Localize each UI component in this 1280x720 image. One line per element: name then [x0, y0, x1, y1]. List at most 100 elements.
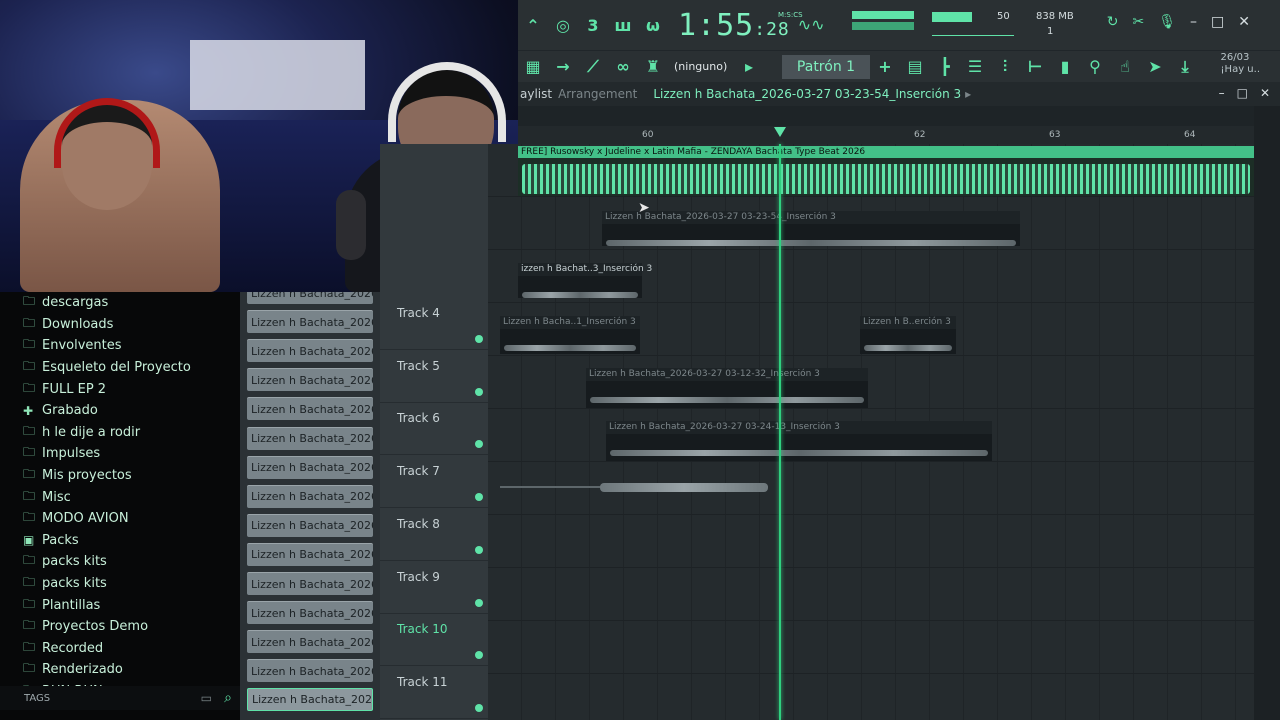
audio-clip[interactable]: Lizzen h Bachata_2026-03-27 03-12-32_Ins…: [586, 368, 868, 408]
plugin-icon[interactable]: ⚲: [1080, 52, 1110, 82]
picker-item[interactable]: Lizzen h Bachata_2026-0...: [247, 630, 373, 654]
picker-item[interactable]: Lizzen h Bachata_2026-0...: [247, 513, 373, 537]
folder-item[interactable]: 🗀 descargas: [0, 292, 240, 314]
pencil-icon[interactable]: ⟋: [578, 52, 608, 82]
waveform-segment[interactable]: [600, 483, 768, 492]
playlist-grid[interactable]: FREE] Rusowsky x Judeline x Latin Mafia …: [488, 144, 1254, 720]
picker-item[interactable]: Lizzen h Bachata_2026-0...: [247, 601, 373, 625]
mixer-icon[interactable]: ⫶: [990, 52, 1020, 82]
folder-item[interactable]: 🗀 Recorded: [0, 638, 240, 660]
playlist-pattern-name[interactable]: Lizzen h Bachata_2026-03-27 03-23-54_Ins…: [653, 87, 961, 101]
folder-item[interactable]: 🗀 h le dije a rodir: [0, 422, 240, 444]
maximize-icon[interactable]: □: [1211, 14, 1224, 30]
folder-item[interactable]: 🗀 Esqueleto del Proyecto: [0, 357, 240, 379]
record-mode-icon[interactable]: ◎: [548, 10, 578, 40]
mic-icon[interactable]: 🎙: [1158, 14, 1176, 30]
beat-clip[interactable]: FREE] Rusowsky x Judeline x Latin Mafia …: [518, 146, 1254, 196]
picker-item[interactable]: Lizzen h Bachata_2026-0...: [247, 339, 373, 363]
folder-item[interactable]: 🗀 Envolventes: [0, 335, 240, 357]
track-name[interactable]: Track 9: [397, 570, 440, 584]
picker-item[interactable]: Lizzen h Bachata_2026-0...: [247, 292, 373, 304]
minimize-icon[interactable]: –: [1219, 86, 1225, 100]
loop-record-icon[interactable]: ω: [638, 10, 668, 40]
folder-item[interactable]: 🗀 MODO AVION: [0, 508, 240, 530]
add-pattern-icon[interactable]: +: [870, 52, 900, 82]
stamp-icon[interactable]: ♜: [638, 52, 668, 82]
picker-item[interactable]: Lizzen h Bachata_2026-0...: [247, 688, 373, 712]
folder-item[interactable]: 🗀 Plantillas: [0, 594, 240, 616]
playhead[interactable]: [779, 144, 781, 720]
folder-item[interactable]: 🗀 packs kits: [0, 551, 240, 573]
pattern-selector[interactable]: (ninguno): [674, 60, 734, 73]
track-mute-led[interactable]: [475, 493, 483, 502]
track-header[interactable]: Track 10: [380, 613, 488, 667]
track-name[interactable]: Track 5: [397, 359, 440, 373]
maximize-icon[interactable]: □: [1237, 86, 1248, 100]
track-header[interactable]: Track 4: [380, 297, 488, 350]
track-name[interactable]: Track 4: [397, 306, 440, 320]
piano-roll-icon[interactable]: ┣: [930, 52, 960, 82]
undo-history-icon[interactable]: ↻: [1107, 14, 1119, 30]
track-name[interactable]: Track 11: [397, 675, 447, 689]
track-mute-led[interactable]: [475, 703, 483, 712]
folder-item[interactable]: 🗀 Downloads: [0, 314, 240, 336]
picker-item[interactable]: Lizzen h Bachata_2026-0...: [247, 455, 373, 479]
picker-item[interactable]: Lizzen h Bachata_2026-0...: [247, 310, 373, 334]
picker-item[interactable]: Lizzen h Bachata_2026-0...: [247, 426, 373, 450]
playlist-scrollbar[interactable]: [1254, 106, 1280, 720]
picker-item[interactable]: Lizzen h Bachata_2026-0...: [247, 542, 373, 566]
folder-item[interactable]: 🗀 packs kits: [0, 573, 240, 595]
playlist-overview[interactable]: [518, 106, 1254, 126]
touch-icon[interactable]: ☝: [1110, 52, 1140, 82]
folder-item[interactable]: 🗀 FULL EP 2: [0, 378, 240, 400]
browser-icon[interactable]: ⊢: [1020, 52, 1050, 82]
track-header[interactable]: Track 8: [380, 508, 488, 561]
picker-item[interactable]: Lizzen h Bachata_2026-0...: [247, 484, 373, 508]
link-icon[interactable]: ∞: [608, 52, 638, 82]
send-icon[interactable]: ➤: [1140, 52, 1170, 82]
metronome-icon[interactable]: ⌃: [518, 10, 548, 40]
track-header[interactable]: Track 9: [380, 561, 488, 614]
folder-item[interactable]: 🗀 Impulses: [0, 443, 240, 465]
track-name[interactable]: Track 7: [397, 464, 440, 478]
picker-item[interactable]: Lizzen h Bachata_2026-0...: [247, 659, 373, 683]
picker-item[interactable]: Lizzen h Bachata_2026-0...: [247, 397, 373, 421]
track-header[interactable]: Track 11: [380, 666, 488, 719]
file-icon[interactable]: ▮: [1050, 52, 1080, 82]
picker-item[interactable]: Lizzen h Bachata_2026-0...: [247, 572, 373, 595]
channel-rack-icon[interactable]: ☰: [960, 52, 990, 82]
track-header[interactable]: Track 6: [380, 402, 488, 456]
pattern-name[interactable]: Patrón 1: [782, 54, 870, 79]
track-name[interactable]: Track 8: [397, 517, 440, 531]
audio-clip[interactable]: Lizzen h Bachata_2026-03-27 03-23-54_Ins…: [602, 211, 1020, 246]
folder-item[interactable]: 🗀 Mis proyectos: [0, 465, 240, 487]
folder-item[interactable]: ✚ Grabado: [0, 400, 240, 422]
download-icon[interactable]: ⤓: [1170, 52, 1200, 82]
play-arrow-icon[interactable]: ▸: [734, 52, 764, 82]
playhead-marker[interactable]: [774, 127, 786, 137]
minimize-icon[interactable]: –: [1190, 14, 1197, 30]
track-name[interactable]: Track 10: [397, 622, 447, 636]
search-icon[interactable]: ⌕: [224, 690, 232, 706]
cut-tool-icon[interactable]: ✂: [1133, 14, 1145, 30]
folder-item[interactable]: 🗀 Proyectos Demo: [0, 616, 240, 638]
step-size-icon[interactable]: 3: [578, 10, 608, 40]
track-header[interactable]: Track 7: [380, 455, 488, 509]
track-mute-led[interactable]: [475, 387, 483, 396]
audio-clip[interactable]: Lizzen h Bachata_2026-03-27 03-24-13_Ins…: [606, 421, 992, 461]
playlist-icon[interactable]: ▤: [900, 52, 930, 82]
folder-item[interactable]: ▣ Packs: [0, 530, 240, 552]
track-name[interactable]: Track 6: [397, 411, 440, 425]
folder-item[interactable]: 🗀 Misc: [0, 486, 240, 508]
close-icon[interactable]: ✕: [1260, 86, 1270, 100]
chevron-right-icon[interactable]: ▸: [965, 87, 971, 101]
track-mute-led[interactable]: [475, 545, 483, 554]
track-mute-led[interactable]: [475, 598, 483, 607]
piano-icon[interactable]: ▦: [518, 52, 548, 82]
folder-item[interactable]: 🗀 Renderizado: [0, 659, 240, 681]
audio-clip[interactable]: Lizzen h Bacha..1_Inserción 3: [500, 316, 640, 354]
blend-notes-icon[interactable]: ш: [608, 10, 638, 40]
track-header[interactable]: Track 5: [380, 350, 488, 403]
track-mute-led[interactable]: [475, 440, 483, 449]
song-position-display[interactable]: 1:55:28: [678, 8, 790, 43]
